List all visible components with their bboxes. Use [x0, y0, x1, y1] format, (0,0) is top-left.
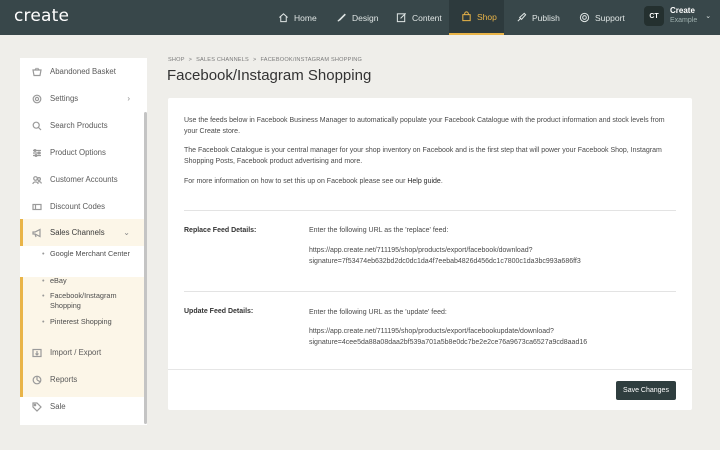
nav-support-label: Support [595, 12, 625, 23]
sidebar: Abandoned Basket Settings › Search Produ… [20, 58, 147, 425]
replace-feed-url-line1: https://app.create.net/711195/shop/produ… [309, 247, 533, 254]
replace-feed-label: Replace Feed Details: [184, 227, 257, 234]
nav-content-label: Content [412, 12, 442, 23]
sidebar-item-discount-codes[interactable]: Discount Codes [20, 193, 144, 220]
sidebar-item-settings[interactable]: Settings › [20, 85, 144, 112]
top-bar: create Home Design Content Shop Publish … [0, 0, 720, 35]
nav-design[interactable]: Design [336, 0, 378, 35]
user-name: Create [670, 6, 695, 15]
sidebar-item-sale[interactable]: Sale [20, 393, 144, 420]
lifebuoy-icon [579, 12, 590, 23]
nav-home-label: Home [294, 12, 317, 23]
nav-shop-label: Shop [477, 11, 497, 22]
save-changes-button[interactable]: Save Changes [616, 381, 676, 400]
replace-feed-url[interactable]: https://app.create.net/711195/shop/produ… [309, 245, 669, 267]
sidebar-scrollbar[interactable] [144, 112, 147, 424]
sidebar-subitem-facebook-instagram[interactable]: Facebook/Instagram Shopping [42, 291, 140, 311]
update-feed-instruction: Enter the following URL as the 'update' … [309, 309, 447, 316]
brush-icon [337, 13, 346, 22]
nav-shop[interactable]: Shop [449, 0, 504, 35]
chevron-down-icon: ⌄ [705, 13, 712, 20]
nav-content[interactable]: Content [396, 0, 442, 35]
breadcrumb-separator: > [252, 57, 257, 63]
user-menu[interactable]: CT Create Example ⌄ [644, 6, 711, 26]
catalogue-text: The Facebook Catalogue is your central m… [184, 147, 662, 165]
sidebar-item-sales-channels[interactable]: Sales Channels ⌄ [20, 219, 144, 246]
sidebar-item-product-options[interactable]: Product Options [20, 139, 144, 166]
divider [184, 210, 676, 211]
update-feed-url[interactable]: https://app.create.net/711195/shop/produ… [309, 326, 669, 348]
sidebar-item-label: Sale [50, 402, 66, 411]
basket-icon [32, 67, 42, 76]
breadcrumb-shop[interactable]: SHOP [168, 57, 185, 63]
help-guide-link[interactable]: Help guide [407, 178, 440, 185]
sidebar-item-label: Sales Channels [50, 228, 105, 237]
settings-card: Use the feeds below in Facebook Business… [168, 98, 692, 410]
sidebar-item-reports[interactable]: Reports [20, 366, 144, 393]
edit-icon [396, 13, 406, 23]
sidebar-item-label: Product Options [50, 148, 106, 157]
home-icon [279, 13, 288, 23]
nav-home[interactable]: Home [278, 0, 317, 35]
sidebar-item-import-export[interactable]: Import / Export [20, 339, 144, 366]
sidebar-subitem-pinterest[interactable]: Pinterest Shopping [42, 317, 140, 327]
gear-icon [32, 94, 42, 103]
chevron-down-icon: ⌄ [123, 228, 130, 237]
intro-text: Use the feeds below in Facebook Business… [184, 117, 665, 135]
megaphone-icon [32, 228, 41, 237]
sidebar-item-search-products[interactable]: Search Products [20, 112, 144, 139]
page-title: Facebook/Instagram Shopping [167, 67, 372, 84]
sidebar-item-label: Reports [50, 375, 78, 384]
card-footer-divider [168, 369, 692, 370]
users-icon [32, 175, 42, 184]
bag-icon [462, 11, 471, 22]
create-logo[interactable]: create [14, 6, 69, 26]
rocket-icon [517, 12, 527, 22]
sidebar-item-label: Customer Accounts [50, 175, 118, 184]
breadcrumb-current: FACEBOOK/INSTAGRAM SHOPPING [260, 57, 363, 63]
sidebar-item-label: Abandoned Basket [50, 67, 116, 76]
sidebar-item-customer-accounts[interactable]: Customer Accounts [20, 166, 144, 193]
sidebar-subitem-ebay[interactable]: eBay [42, 276, 140, 286]
update-feed-label: Update Feed Details: [184, 308, 254, 315]
more-info-prefix: For more information on how to set this … [184, 178, 408, 185]
update-feed-url-line2: signature=4cee5da88a08daa2bf539a701a5b8e… [309, 339, 588, 346]
breadcrumb: SHOP > SALES CHANNELS > FACEBOOK/INSTAGR… [168, 57, 362, 63]
sidebar-item-label: Search Products [50, 121, 108, 130]
nav-support[interactable]: Support [579, 0, 625, 35]
sidebar-item-label: Settings [50, 94, 79, 103]
divider [184, 291, 676, 292]
nav-publish[interactable]: Publish [516, 0, 560, 35]
sidebar-subitem-google-merchant[interactable]: Google Merchant Center [42, 249, 140, 259]
search-icon [32, 121, 42, 130]
breadcrumb-separator: > [188, 57, 193, 63]
import-icon [32, 348, 42, 357]
sliders-icon [33, 148, 41, 157]
replace-feed-url-line2: signature=7f53474eb632bd2dc0dc1da4f7eeba… [309, 258, 581, 265]
sidebar-item-label: Discount Codes [50, 202, 106, 211]
update-feed-url-line1: https://app.create.net/711195/shop/produ… [309, 328, 554, 335]
user-site: Example [670, 17, 698, 24]
replace-feed-instruction: Enter the following URL as the 'replace'… [309, 227, 449, 234]
nav-publish-label: Publish [532, 12, 560, 23]
more-info-suffix: . [440, 178, 443, 185]
avatar: CT [644, 6, 664, 26]
reports-icon [32, 375, 42, 384]
breadcrumb-sales-channels[interactable]: SALES CHANNELS [196, 57, 249, 63]
more-info-text: For more information on how to set this … [184, 176, 678, 187]
tag-icon [32, 401, 42, 412]
sidebar-item-abandoned-basket[interactable]: Abandoned Basket [20, 58, 144, 85]
nav-design-label: Design [352, 12, 379, 23]
chevron-right-icon: › [127, 94, 130, 103]
ticket-icon [32, 203, 42, 210]
sidebar-item-label: Import / Export [50, 348, 102, 357]
